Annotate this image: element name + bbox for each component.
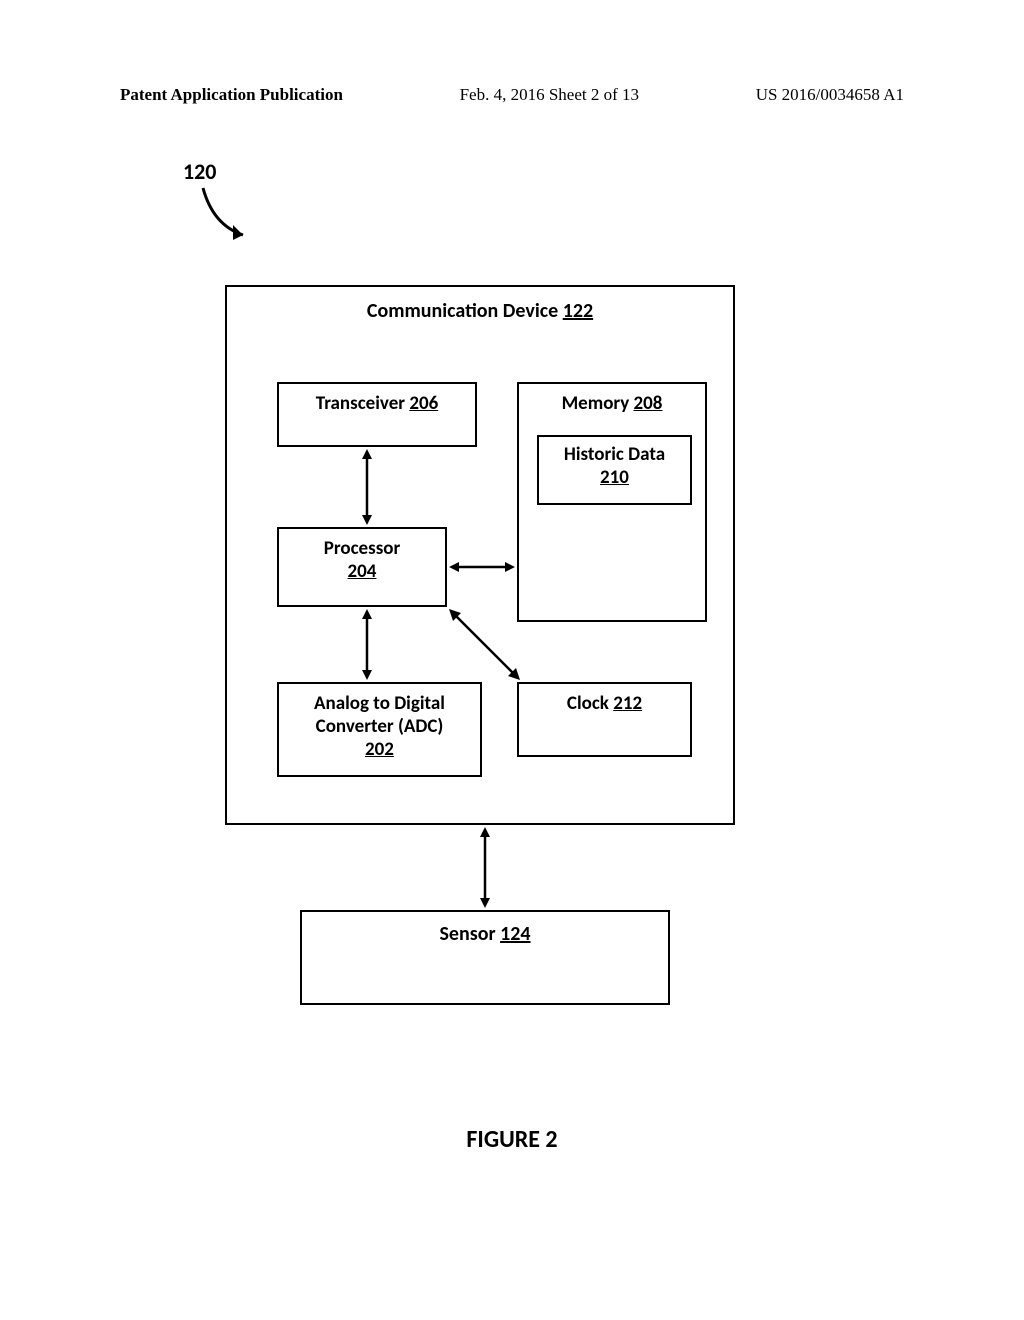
memory-ref: 208: [634, 392, 663, 415]
processor-memory-arrow: [447, 557, 517, 577]
comm-device-ref: 122: [563, 299, 593, 323]
processor-clock-arrow: [447, 607, 527, 687]
communication-device-box: Communication Device 122 Transceiver 206…: [225, 285, 735, 825]
device-sensor-arrow: [475, 825, 495, 910]
header-center: Feb. 4, 2016 Sheet 2 of 13: [460, 85, 639, 105]
sensor-ref: 124: [500, 922, 530, 946]
memory-label: Memory: [562, 392, 634, 415]
transceiver-label: Transceiver: [316, 392, 410, 415]
historic-ref: 210: [600, 466, 629, 489]
clock-ref: 212: [613, 692, 642, 715]
reference-arrow-icon: [195, 180, 265, 250]
clock-box: Clock 212: [517, 682, 692, 757]
adc-label-2: Converter (ADC): [316, 715, 444, 738]
processor-box: Processor 204: [277, 527, 447, 607]
sensor-box: Sensor 124: [300, 910, 670, 1005]
transceiver-box: Transceiver 206: [277, 382, 477, 447]
figure-label: FIGURE 2: [0, 1125, 1024, 1154]
header-left: Patent Application Publication: [120, 85, 343, 105]
processor-ref: 204: [348, 560, 377, 583]
comm-device-label: Communication Device: [367, 299, 563, 323]
header-right: US 2016/0034658 A1: [756, 85, 904, 105]
communication-device-title: Communication Device 122: [227, 299, 733, 323]
transceiver-ref: 206: [409, 392, 438, 415]
clock-label: Clock: [567, 692, 613, 715]
sensor-label: Sensor: [439, 922, 500, 946]
page-header: Patent Application Publication Feb. 4, 2…: [0, 85, 1024, 105]
processor-adc-arrow: [357, 607, 377, 682]
adc-ref: 202: [365, 738, 394, 761]
adc-box: Analog to Digital Converter (ADC) 202: [277, 682, 482, 777]
historic-data-box: Historic Data 210: [537, 435, 692, 505]
processor-label: Processor: [324, 537, 401, 560]
historic-label: Historic Data: [564, 443, 665, 466]
transceiver-processor-arrow: [357, 447, 377, 527]
adc-label-1: Analog to Digital: [314, 692, 445, 715]
